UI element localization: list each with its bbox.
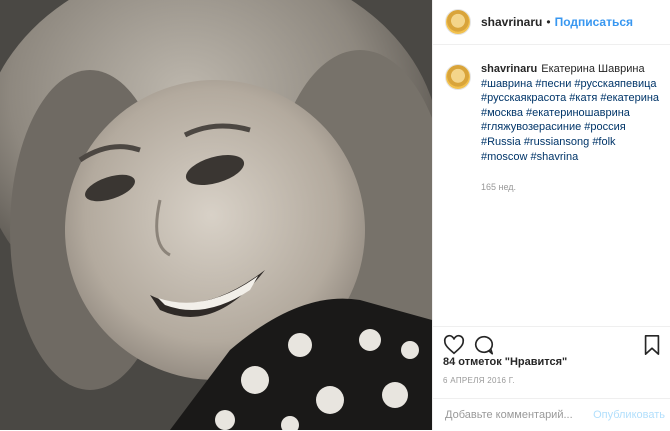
- post-header: shavrinaru • Подписаться: [433, 0, 670, 45]
- caption-block: shavrinaru Екатерина Шаврина #шаврина #пе…: [445, 62, 663, 195]
- hashtag-link[interactable]: #moscow: [481, 151, 527, 163]
- hashtag-link[interactable]: #екатериношаврина: [526, 107, 630, 119]
- post-age: 165 нед.: [481, 182, 517, 193]
- post-date: 6 АПРЕЛЯ 2016 Г.: [443, 376, 515, 385]
- hashtag-link[interactable]: #катя: [569, 92, 597, 104]
- hashtag-link[interactable]: #русскаяпевица: [574, 78, 656, 90]
- bookmark-icon[interactable]: [641, 334, 663, 356]
- follow-button[interactable]: Подписаться: [555, 15, 633, 29]
- post-sidebar: shavrinaru • Подписаться shavrinaru Екате…: [432, 0, 670, 430]
- header-username[interactable]: shavrinaru: [481, 15, 542, 29]
- publish-button[interactable]: Опубликовать: [593, 409, 665, 421]
- caption-username[interactable]: shavrinaru: [481, 63, 537, 75]
- heart-icon[interactable]: [443, 334, 465, 356]
- caption-avatar[interactable]: [445, 64, 471, 90]
- hashtag-link[interactable]: #russiansong: [524, 136, 589, 148]
- comment-box: Опубликовать: [433, 398, 670, 431]
- hashtag-link[interactable]: #екатерина: [600, 92, 659, 104]
- caption-text-area: shavrinaru Екатерина Шаврина #шаврина #пе…: [481, 62, 663, 195]
- hashtag-link[interactable]: #шаврина: [481, 78, 532, 90]
- header-separator: •: [546, 15, 551, 29]
- hashtag-link[interactable]: #гляжувозерасиние: [481, 121, 581, 133]
- hashtag-link[interactable]: #Russia: [481, 136, 521, 148]
- instagram-post: shavrinaru • Подписаться shavrinaru Екате…: [0, 0, 670, 430]
- hashtag-list: #шаврина #песни #русскаяпевица #русскаяк…: [481, 78, 659, 163]
- likes-count[interactable]: 84 отметок "Нравится": [443, 356, 567, 368]
- hashtag-link[interactable]: #москва: [481, 107, 523, 119]
- avatar[interactable]: [445, 9, 471, 35]
- caption-text: Екатерина Шаврина: [541, 63, 645, 75]
- post-photo[interactable]: [0, 0, 432, 430]
- hashtag-link[interactable]: #россия: [584, 121, 625, 133]
- portrait-image: [0, 0, 432, 430]
- hashtag-link[interactable]: #песни: [535, 78, 571, 90]
- hashtag-link[interactable]: #русскаякрасота: [481, 92, 566, 104]
- comment-icon[interactable]: [473, 334, 495, 356]
- hashtag-link[interactable]: #folk: [592, 136, 615, 148]
- hashtag-link[interactable]: #shavrina: [531, 151, 579, 163]
- comment-input[interactable]: [443, 408, 587, 422]
